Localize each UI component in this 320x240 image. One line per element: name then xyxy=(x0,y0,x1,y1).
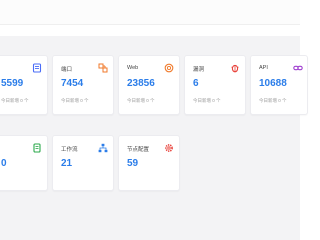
stat-card-value: 6 xyxy=(193,78,199,89)
stat-card-label: Web xyxy=(127,65,139,71)
workflow-icon xyxy=(98,143,108,153)
stat-card-ports[interactable]: 端口 7454 今日新增 0 个 xyxy=(52,55,114,115)
stat-card-node-config[interactable]: 节点配置 59 xyxy=(118,135,180,191)
stat-card-vulns[interactable]: 漏洞 6 今日新增 0 个 xyxy=(184,55,246,115)
bug-icon xyxy=(230,63,240,73)
stat-card-label: API xyxy=(259,65,268,71)
stat-card-label: 漏洞 xyxy=(193,67,205,73)
stat-card-value: 5599 xyxy=(1,78,24,89)
stat-card-sub: 今日新增 0 个 xyxy=(127,98,155,103)
stat-card-value: 23856 xyxy=(127,78,155,89)
top-bar xyxy=(0,0,300,25)
stat-card-tasks[interactable]: 0 xyxy=(0,135,48,191)
gear-icon xyxy=(164,143,174,153)
stat-card-value: 59 xyxy=(127,158,139,169)
stat-card-value: 0 xyxy=(1,158,7,169)
dashboard-content: 5599 今日新增 0 个 端口 7454 今日新增 0 个 Web 23856… xyxy=(0,36,308,240)
stat-card-label: 节点配置 xyxy=(127,147,150,153)
stat-card-sub: 今日新增 0 个 xyxy=(1,98,29,103)
stat-card-value: 21 xyxy=(61,158,73,169)
stat-card-workflows[interactable]: 工作流 21 xyxy=(52,135,114,191)
stat-card-sub: 今日新增 0 个 xyxy=(259,98,287,103)
stat-card-sub: 今日新增 0 个 xyxy=(61,98,89,103)
stat-card-api[interactable]: API 10688 今日新增 0 个 xyxy=(250,55,308,115)
stat-card-label: 端口 xyxy=(61,67,73,73)
port-icon xyxy=(98,63,108,73)
link-icon xyxy=(293,63,303,73)
stat-card-web[interactable]: Web 23856 今日新增 0 个 xyxy=(118,55,180,115)
scroll-icon xyxy=(32,143,42,153)
stat-card-value: 7454 xyxy=(61,78,84,89)
stat-card-sub: 今日新增 0 个 xyxy=(193,98,221,103)
document-icon xyxy=(32,63,42,73)
stat-card-label: 工作流 xyxy=(61,147,78,153)
stat-card-assets[interactable]: 5599 今日新增 0 个 xyxy=(0,55,48,115)
globe-icon xyxy=(164,63,174,73)
stat-card-value: 10688 xyxy=(259,78,287,89)
